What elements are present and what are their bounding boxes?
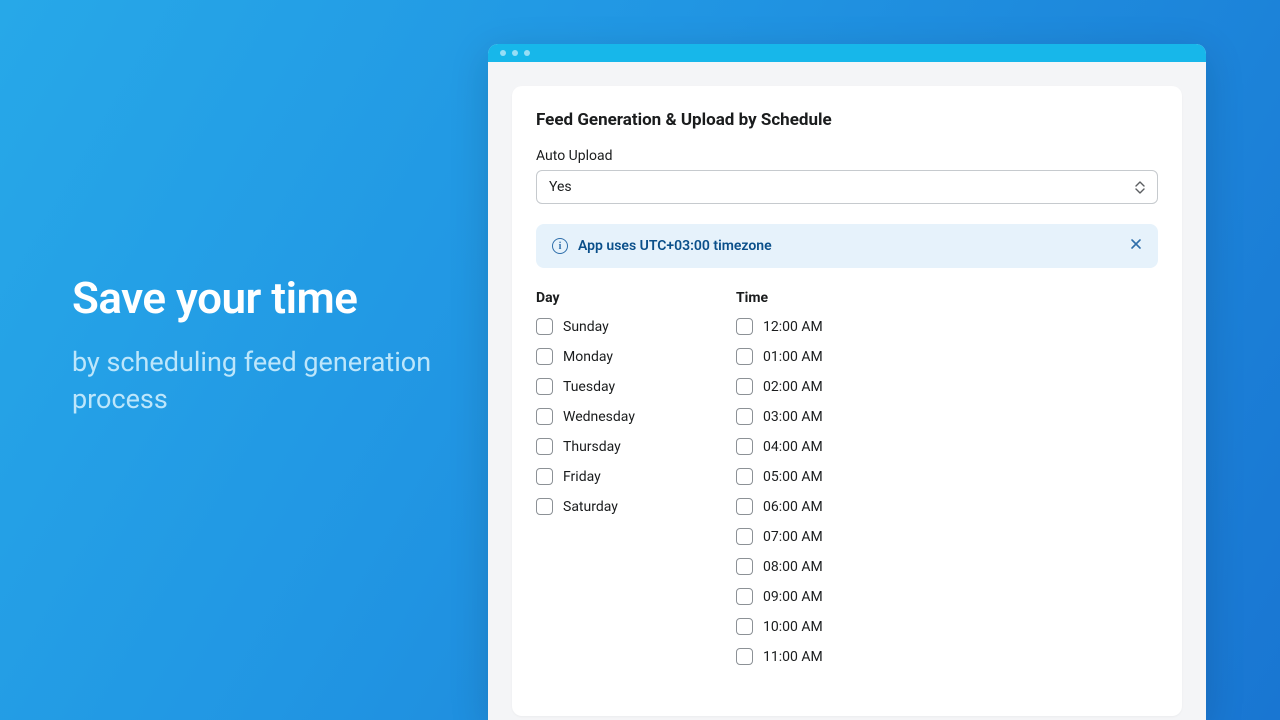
- auto-upload-label: Auto Upload: [536, 148, 1158, 164]
- time-label: 02:00 AM: [763, 379, 823, 395]
- schedule-card: Feed Generation & Upload by Schedule Aut…: [512, 86, 1182, 716]
- traffic-light-dot: [500, 50, 506, 56]
- timezone-banner: i App uses UTC+03:00 timezone: [536, 224, 1158, 268]
- day-row[interactable]: Saturday: [536, 498, 676, 515]
- banner-text: App uses UTC+03:00 timezone: [578, 238, 772, 254]
- promo-headline: Save your time: [72, 274, 432, 322]
- day-label: Monday: [563, 349, 613, 365]
- time-row[interactable]: 01:00 AM: [736, 348, 896, 365]
- time-checkbox[interactable]: [736, 468, 753, 485]
- promo-subline: by scheduling feed generation process: [72, 344, 432, 417]
- day-checkbox[interactable]: [536, 408, 553, 425]
- time-checkbox[interactable]: [736, 618, 753, 635]
- traffic-light-dot: [524, 50, 530, 56]
- day-checkbox[interactable]: [536, 318, 553, 335]
- time-label: 01:00 AM: [763, 349, 823, 365]
- promo-text-block: Save your time by scheduling feed genera…: [72, 274, 432, 417]
- time-label: 08:00 AM: [763, 559, 823, 575]
- time-label: 06:00 AM: [763, 499, 823, 515]
- time-label: 11:00 AM: [763, 649, 823, 665]
- auto-upload-select[interactable]: Yes: [536, 170, 1158, 204]
- time-label: 09:00 AM: [763, 589, 823, 605]
- page-background: Save your time by scheduling feed genera…: [0, 0, 1280, 720]
- time-checkbox[interactable]: [736, 588, 753, 605]
- time-row[interactable]: 10:00 AM: [736, 618, 896, 635]
- time-row[interactable]: 09:00 AM: [736, 588, 896, 605]
- time-row[interactable]: 05:00 AM: [736, 468, 896, 485]
- day-checkbox[interactable]: [536, 498, 553, 515]
- day-label: Sunday: [563, 319, 609, 335]
- window-titlebar: [488, 44, 1206, 62]
- time-row[interactable]: 04:00 AM: [736, 438, 896, 455]
- day-row[interactable]: Friday: [536, 468, 676, 485]
- day-row[interactable]: Monday: [536, 348, 676, 365]
- banner-close-button[interactable]: [1130, 238, 1142, 254]
- time-checkbox[interactable]: [736, 318, 753, 335]
- day-checkbox[interactable]: [536, 468, 553, 485]
- time-label: 05:00 AM: [763, 469, 823, 485]
- select-chevron-icon: [1135, 181, 1145, 194]
- time-row[interactable]: 08:00 AM: [736, 558, 896, 575]
- day-row[interactable]: Thursday: [536, 438, 676, 455]
- info-icon: i: [552, 238, 568, 254]
- app-window: Feed Generation & Upload by Schedule Aut…: [488, 44, 1206, 720]
- day-column: Day Sunday Monday Tuesday Wednesday Thursday…: [536, 290, 676, 678]
- time-checkbox[interactable]: [736, 378, 753, 395]
- day-checkbox[interactable]: [536, 438, 553, 455]
- time-checkbox[interactable]: [736, 348, 753, 365]
- day-label: Tuesday: [563, 379, 615, 395]
- time-label: 10:00 AM: [763, 619, 823, 635]
- schedule-columns: Day Sunday Monday Tuesday Wednesday Thursday…: [536, 290, 1158, 678]
- day-row[interactable]: Wednesday: [536, 408, 676, 425]
- time-checkbox[interactable]: [736, 528, 753, 545]
- time-label: 12:00 AM: [763, 319, 823, 335]
- auto-upload-value: Yes: [549, 179, 572, 195]
- day-row[interactable]: Tuesday: [536, 378, 676, 395]
- time-checkbox[interactable]: [736, 498, 753, 515]
- time-row[interactable]: 12:00 AM: [736, 318, 896, 335]
- time-row[interactable]: 11:00 AM: [736, 648, 896, 665]
- time-row[interactable]: 03:00 AM: [736, 408, 896, 425]
- time-column-header: Time: [736, 290, 896, 306]
- day-checkbox[interactable]: [536, 378, 553, 395]
- time-checkbox[interactable]: [736, 648, 753, 665]
- card-title: Feed Generation & Upload by Schedule: [536, 110, 1158, 130]
- time-row[interactable]: 02:00 AM: [736, 378, 896, 395]
- close-icon: [1130, 238, 1142, 250]
- time-checkbox[interactable]: [736, 558, 753, 575]
- time-label: 04:00 AM: [763, 439, 823, 455]
- day-label: Friday: [563, 469, 601, 485]
- time-column: Time 12:00 AM 01:00 AM 02:00 AM 03:00 AM 04:…: [736, 290, 896, 678]
- day-label: Thursday: [563, 439, 621, 455]
- day-label: Wednesday: [563, 409, 635, 425]
- time-row[interactable]: 07:00 AM: [736, 528, 896, 545]
- traffic-light-dot: [512, 50, 518, 56]
- time-checkbox[interactable]: [736, 408, 753, 425]
- day-column-header: Day: [536, 290, 676, 306]
- day-label: Saturday: [563, 499, 618, 515]
- day-row[interactable]: Sunday: [536, 318, 676, 335]
- time-row[interactable]: 06:00 AM: [736, 498, 896, 515]
- time-label: 07:00 AM: [763, 529, 823, 545]
- time-checkbox[interactable]: [736, 438, 753, 455]
- day-checkbox[interactable]: [536, 348, 553, 365]
- time-label: 03:00 AM: [763, 409, 823, 425]
